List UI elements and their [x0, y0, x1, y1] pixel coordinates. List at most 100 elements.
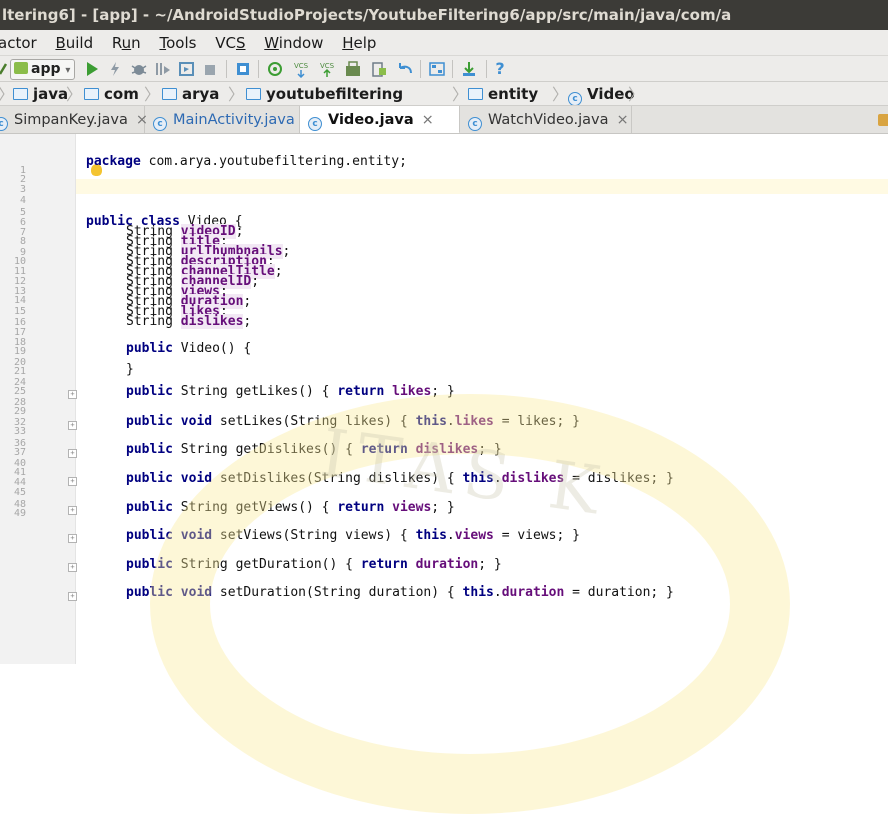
keyword-token: package [86, 154, 141, 169]
help-icon[interactable]: ? [492, 60, 508, 78]
code-token: ; } [478, 442, 502, 457]
field-token: dislikes [180, 314, 244, 329]
code-token: ; [251, 274, 260, 289]
attach-debugger-icon[interactable] [154, 60, 172, 78]
class-icon: c [308, 117, 322, 131]
breadcrumb-separator-icon: 〉 [228, 85, 245, 104]
toolbar-divider [226, 60, 227, 78]
breadcrumb-item-entity[interactable]: entity [468, 82, 538, 105]
profile-icon[interactable] [178, 60, 196, 78]
field-token: dislikes [501, 471, 565, 486]
code-token: ; [243, 314, 252, 329]
field-token: dislikes [415, 442, 479, 457]
run-config-selector[interactable]: app ▾ [10, 59, 76, 80]
code-area[interactable]: package com.arya.youtubefiltering.entity… [0, 134, 888, 664]
svg-text:VCS: VCS [320, 62, 335, 70]
folder-icon [13, 88, 28, 100]
code-token: String getDuration() { [172, 557, 361, 572]
code-token: Video() { [172, 341, 252, 356]
vcs-update-icon[interactable] [266, 60, 284, 78]
back-arrow-icon[interactable] [0, 62, 8, 76]
vcs-commit-icon[interactable]: VCS [292, 60, 310, 78]
undo-icon[interactable] [396, 60, 414, 78]
field-token: duration [415, 557, 479, 572]
vcs-push-icon[interactable]: VCS [318, 60, 336, 78]
code-token: String getViews() { [172, 500, 338, 515]
project-structure-icon[interactable] [428, 60, 446, 78]
breadcrumb-separator-icon: 〉 [452, 85, 469, 104]
keyword-token: public [126, 557, 173, 572]
code-token: setDislikes(String dislikes) { [212, 471, 463, 486]
menu-build[interactable]: Build [55, 30, 93, 55]
close-icon[interactable]: × [617, 112, 629, 128]
android-monitor-icon[interactable] [460, 60, 478, 78]
folder-icon [468, 88, 483, 100]
tab-mainactivity[interactable]: cMainActivity.java× [145, 106, 315, 133]
run-icon[interactable] [84, 60, 100, 78]
code-token: ; [235, 224, 244, 239]
chevron-down-icon: ▾ [65, 65, 71, 76]
keyword-token: public [126, 442, 173, 457]
keyword-token: this [462, 471, 494, 486]
code-token: ; } [478, 557, 502, 572]
file-icon[interactable] [878, 114, 888, 126]
toolbar-divider [420, 60, 421, 78]
keyword-token: public [126, 500, 173, 515]
keyword-token: public [126, 384, 173, 399]
apply-changes-icon[interactable] [108, 60, 122, 78]
code-line-close-brace: } [126, 362, 134, 377]
menu-refactor[interactable]: actor [0, 30, 37, 55]
menu-run[interactable]: Run [112, 30, 141, 55]
menu-help[interactable]: Help [342, 30, 376, 55]
code-token: = dislikes; } [564, 471, 674, 486]
code-token: . [446, 414, 455, 429]
breadcrumb-separator-icon: 〉 [628, 85, 645, 104]
tab-watchvideo[interactable]: c WatchVideo.java × [460, 106, 632, 133]
code-line-package: package com.arya.youtubefiltering.entity… [86, 154, 407, 169]
menu-vcs[interactable]: VCS [215, 30, 245, 55]
code-line-method: public void setLikes(String likes) { thi… [126, 414, 580, 429]
window-title-bar: ltering6] - [app] - ~/AndroidStudioProje… [0, 0, 888, 30]
sdk-manager-icon[interactable] [344, 60, 362, 78]
breadcrumb-item-video[interactable]: c Video [568, 82, 635, 105]
toolbar-divider [258, 60, 259, 78]
breadcrumb-separator-icon: 〉 [66, 85, 83, 104]
code-token: setDuration(String duration) { [212, 585, 463, 600]
menu-window[interactable]: Window [264, 30, 323, 55]
avd-manager-icon[interactable] [370, 60, 388, 78]
menu-tools[interactable]: Tools [159, 30, 196, 55]
code-token: setLikes(String likes) { [212, 414, 416, 429]
keyword-token: this [462, 585, 494, 600]
keyword-token: return [360, 442, 408, 457]
gradle-sync-icon[interactable] [234, 60, 252, 78]
keyword-token: public [126, 341, 173, 356]
close-icon[interactable]: × [422, 112, 434, 128]
code-editor[interactable]: 1 2 3 4 5 6 7 8 9 10 11 12 13 14 15 16 17 18 19 20 21 24 25 28 2… [0, 134, 888, 814]
breadcrumb-item-youtubefiltering[interactable]: youtubefiltering [246, 82, 403, 105]
keyword-token: return [337, 500, 385, 515]
tab-simpankey[interactable]: cSimpanKey.java× [0, 106, 148, 133]
toolbar-divider [452, 60, 453, 78]
keyword-token: public void [126, 528, 213, 543]
debug-icon[interactable] [130, 60, 148, 78]
code-token: setViews(String views) { [212, 528, 416, 543]
breadcrumb-item-java[interactable]: java [13, 82, 68, 105]
breadcrumb-separator-icon: 〉 [0, 83, 14, 105]
stop-icon[interactable] [202, 60, 218, 78]
tab-video[interactable]: c Video.java × [300, 106, 460, 133]
code-token: String getLikes() { [172, 384, 338, 399]
code-line-method: public void setDuration(String duration)… [126, 585, 674, 600]
breadcrumb-item-arya[interactable]: arya [162, 82, 219, 105]
code-token: . [493, 471, 502, 486]
code-line-constructor: public Video() { [126, 341, 251, 356]
breadcrumb-item-com[interactable]: com [84, 82, 139, 105]
folder-icon [162, 88, 177, 100]
code-token: . [493, 585, 502, 600]
field-token: views [454, 528, 494, 543]
code-line-method: public void setDislikes(String dislikes)… [126, 471, 674, 486]
window-title: ltering6] - [app] - ~/AndroidStudioProje… [2, 6, 732, 24]
type-token: String [126, 314, 181, 329]
